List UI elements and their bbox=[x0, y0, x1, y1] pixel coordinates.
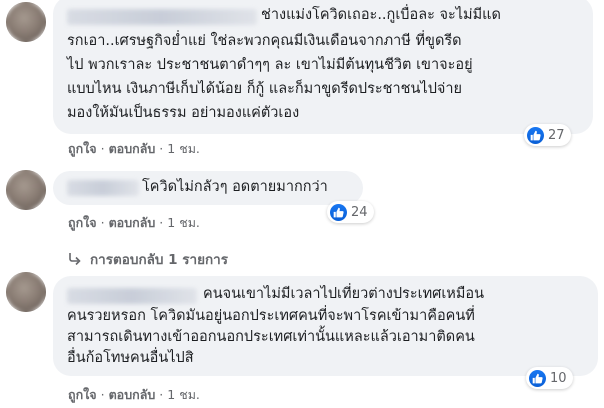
comment-text-line: ช่างแม่งโควิดเถอะ..กูเบื่อละ จะไม่มีแด bbox=[261, 7, 501, 23]
reaction-count-value: 24 bbox=[351, 204, 368, 220]
comment-text-line: คนจนเขาไม่มีเวลาไปเที่ยวต่างประเทศเหมือน bbox=[203, 286, 485, 302]
reply-button[interactable]: ตอบกลับ bbox=[109, 213, 156, 233]
timestamp[interactable]: 1 ชม. bbox=[167, 213, 200, 233]
commenter-name-redacted[interactable] bbox=[67, 288, 197, 304]
comment-text-line: คนรวยหรอก โควิดมันอยู่นอกประเทศคนที่จะพา… bbox=[67, 308, 475, 324]
comment-text-line: สามารถเดินทางเข้าออกนอกประเทศเท่านั้นแหล… bbox=[67, 329, 475, 345]
comment-text-line: อื่นก้อโทษคนอื่นไปสิ bbox=[67, 350, 194, 366]
reaction-count-value: 27 bbox=[548, 127, 565, 143]
comment-text-line: แบบไหน เงินภาษีเก็บได้น้อย ก็กู้ และก็มา… bbox=[67, 81, 463, 97]
reply-arrow-icon bbox=[68, 253, 82, 265]
avatar[interactable] bbox=[6, 272, 46, 312]
comment-bubble: โควิดไม่กลัวๆ อดตายมากกว่า bbox=[53, 171, 363, 205]
comment-bubble: ช่างแม่งโควิดเถอะ..กูเบื่อละ จะไม่มีแด ร… bbox=[53, 0, 593, 134]
reaction-count[interactable]: 27 bbox=[524, 124, 571, 146]
like-thumb-icon bbox=[529, 369, 546, 387]
comment-actions: ถูกใจ · ตอบกลับ · 1 ชม. bbox=[68, 213, 200, 233]
comment-actions: ถูกใจ · ตอบกลับ · 1 ชม. bbox=[68, 139, 200, 159]
view-replies-label[interactable]: การตอบกลับ 1 รายการ bbox=[90, 248, 228, 270]
like-thumb-icon bbox=[330, 203, 347, 221]
comment-text-line: รกเอา..เศรษฐกิจย่ำแย่ ใช่ละพวกคุณมีเงินเ… bbox=[67, 33, 462, 49]
like-button[interactable]: ถูกใจ bbox=[68, 385, 97, 405]
comment-text-line: โควิดไม่กลัวๆ อดตายมากกว่า bbox=[142, 179, 328, 195]
comment-bubble: คนจนเขาไม่มีเวลาไปเที่ยวต่างประเทศเหมือน… bbox=[53, 276, 598, 376]
comment-actions: ถูกใจ · ตอบกลับ · 1 ชม. bbox=[68, 385, 200, 405]
comment-text-line: ไป พวกเราละ ประชาชนตาดำๆๆ ละ เขาไม่มีต้น… bbox=[67, 57, 473, 73]
avatar[interactable] bbox=[6, 170, 46, 210]
reaction-count-value: 10 bbox=[550, 370, 567, 386]
commenter-name-redacted[interactable] bbox=[67, 9, 257, 25]
reply-button[interactable]: ตอบกลับ bbox=[109, 139, 156, 159]
reply-button[interactable]: ตอบกลับ bbox=[109, 385, 156, 405]
commenter-name-redacted[interactable] bbox=[67, 180, 139, 196]
like-button[interactable]: ถูกใจ bbox=[68, 139, 97, 159]
comment-text-line: มองให้มันเป็นธรรม อย่ามองแค่ตัวเอง bbox=[67, 105, 300, 121]
reaction-count[interactable]: 24 bbox=[327, 201, 374, 223]
timestamp[interactable]: 1 ชม. bbox=[167, 385, 200, 405]
avatar[interactable] bbox=[6, 2, 46, 42]
timestamp[interactable]: 1 ชม. bbox=[167, 139, 200, 159]
reaction-count[interactable]: 10 bbox=[526, 367, 573, 389]
view-replies-link[interactable]: การตอบกลับ 1 รายการ bbox=[68, 248, 228, 270]
like-thumb-icon bbox=[527, 126, 544, 144]
like-button[interactable]: ถูกใจ bbox=[68, 213, 97, 233]
